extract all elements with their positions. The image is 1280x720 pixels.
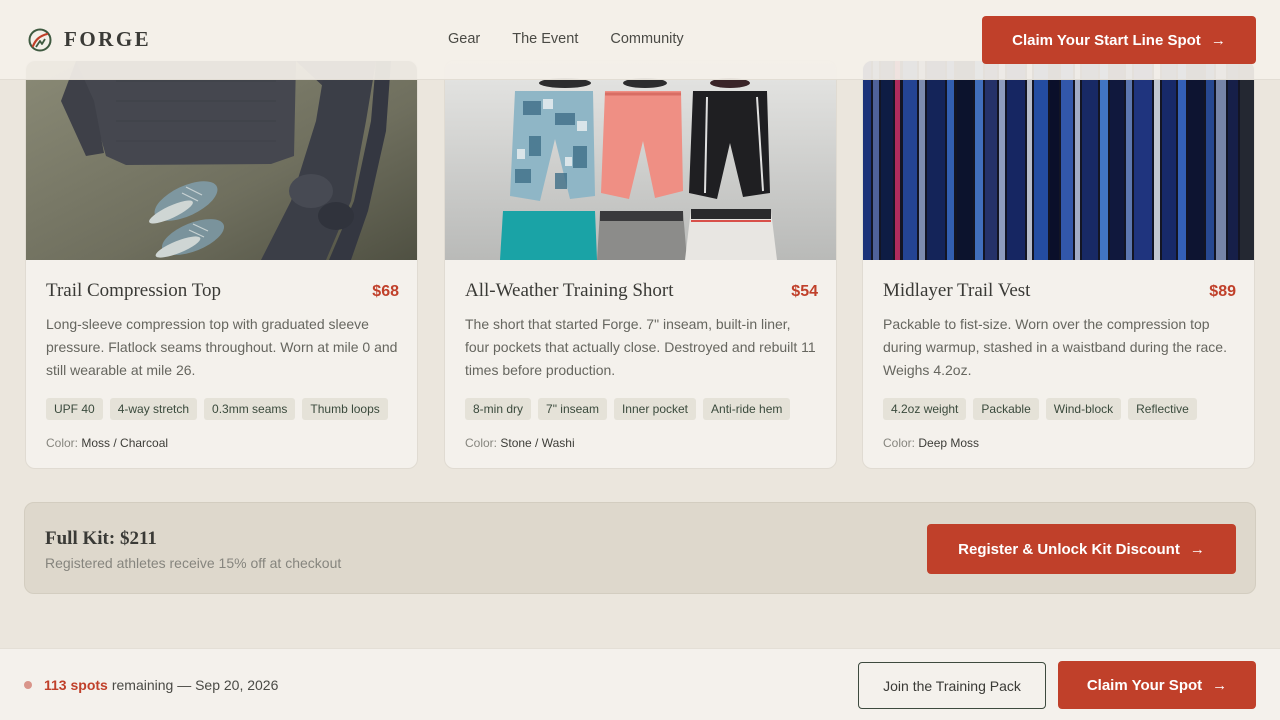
spots-remaining-text: remaining — Sep 20, 2026 [111, 677, 279, 693]
nav-links: Gear The Event Community [448, 31, 716, 47]
feature-tag: Inner pocket [613, 398, 697, 420]
nav-link-gear[interactable]: Gear [448, 31, 480, 47]
product-image-compression-top [26, 61, 417, 260]
product-card-trail-vest[interactable]: Midlayer Trail Vest $89 Packable to fist… [862, 60, 1255, 469]
product-price: $68 [372, 283, 399, 300]
color-label: Color: [465, 436, 498, 450]
feature-tag: 4.2oz weight [883, 398, 967, 420]
join-training-pack-button[interactable]: Join the Training Pack [858, 662, 1046, 709]
claim-your-spot-button[interactable]: Claim Your Spot → [1058, 661, 1256, 709]
product-card-compression-top[interactable]: Trail Compression Top $68 Long-sleeve co… [25, 60, 418, 469]
feature-tag: Reflective [1128, 398, 1197, 420]
nav-link-community[interactable]: Community [610, 31, 683, 47]
bottom-cta-bar: 113 spots remaining — Sep 20, 2026 Join … [0, 648, 1280, 720]
product-card-training-short[interactable]: All-Weather Training Short $54 The short… [444, 60, 837, 469]
product-title: All-Weather Training Short [465, 280, 674, 301]
product-image-training-short [445, 61, 836, 260]
product-card-body: Trail Compression Top $68 Long-sleeve co… [46, 280, 399, 450]
product-description: Packable to fist-size. Worn over the com… [883, 316, 1227, 378]
feature-tag: Thumb loops [302, 398, 388, 420]
button-label: Claim Your Start Line Spot [1012, 31, 1201, 49]
feature-tag: Anti-ride hem [703, 398, 791, 420]
product-title: Trail Compression Top [46, 280, 221, 301]
kit-subtitle: Registered athletes receive 15% off at c… [45, 555, 342, 571]
feature-tags: UPF 40 4-way stretch 0.3mm seams Thumb l… [46, 398, 399, 420]
product-description: Long-sleeve compression top with graduat… [46, 316, 398, 378]
spots-count: 113 spots [44, 677, 108, 693]
color-value: Moss / Charcoal [81, 436, 169, 450]
spots-status: 113 spots remaining — Sep 20, 2026 [24, 677, 278, 693]
product-color: Color: Stone / Washi [465, 436, 818, 450]
button-label: Register & Unlock Kit Discount [958, 540, 1180, 558]
product-price: $54 [791, 283, 818, 300]
full-kit-banner: Full Kit: $211 Registered athletes recei… [24, 502, 1256, 594]
product-color: Color: Deep Moss [883, 436, 1236, 450]
feature-tag: 8-min dry [465, 398, 532, 420]
feature-tag: UPF 40 [46, 398, 103, 420]
status-dot-icon [24, 681, 32, 689]
feature-tag: Wind-block [1045, 398, 1122, 420]
color-value: Stone / Washi [500, 436, 575, 450]
kit-title: Full Kit: $211 [45, 528, 157, 549]
arrow-right-icon: → [1210, 31, 1226, 49]
feature-tag: 0.3mm seams [204, 398, 296, 420]
feature-tag: Packable [973, 398, 1039, 420]
brand-name: FORGE [64, 27, 152, 51]
arrow-right-icon: → [1212, 676, 1228, 694]
product-price: $89 [1209, 283, 1236, 300]
color-value: Deep Moss [918, 436, 980, 450]
feature-tag: 7" inseam [538, 398, 607, 420]
feature-tags: 4.2oz weight Packable Wind-block Reflect… [883, 398, 1236, 420]
product-card-body: Midlayer Trail Vest $89 Packable to fist… [883, 280, 1236, 450]
product-card-body: All-Weather Training Short $54 The short… [465, 280, 818, 450]
product-color: Color: Moss / Charcoal [46, 436, 399, 450]
brand[interactable]: FORGE [28, 27, 151, 52]
feature-tag: 4-way stretch [109, 398, 198, 420]
nav-link-the-event[interactable]: The Event [512, 31, 578, 47]
product-title: Midlayer Trail Vest [883, 280, 1031, 301]
register-unlock-kit-discount-button[interactable]: Register & Unlock Kit Discount → [927, 524, 1236, 574]
feature-tags: 8-min dry 7" inseam Inner pocket Anti-ri… [465, 398, 818, 420]
color-label: Color: [883, 436, 916, 450]
arrow-right-icon: → [1189, 540, 1205, 558]
color-label: Color: [46, 436, 79, 450]
product-image-trail-vest [863, 61, 1254, 260]
claim-start-line-spot-button[interactable]: Claim Your Start Line Spot → [982, 16, 1256, 64]
button-label: Claim Your Spot [1086, 676, 1203, 694]
top-nav: FORGE Gear The Event Community Claim You… [0, 0, 1280, 80]
forge-logo-icon [28, 28, 52, 51]
product-description: The short that started Forge. 7" inseam,… [465, 316, 816, 378]
